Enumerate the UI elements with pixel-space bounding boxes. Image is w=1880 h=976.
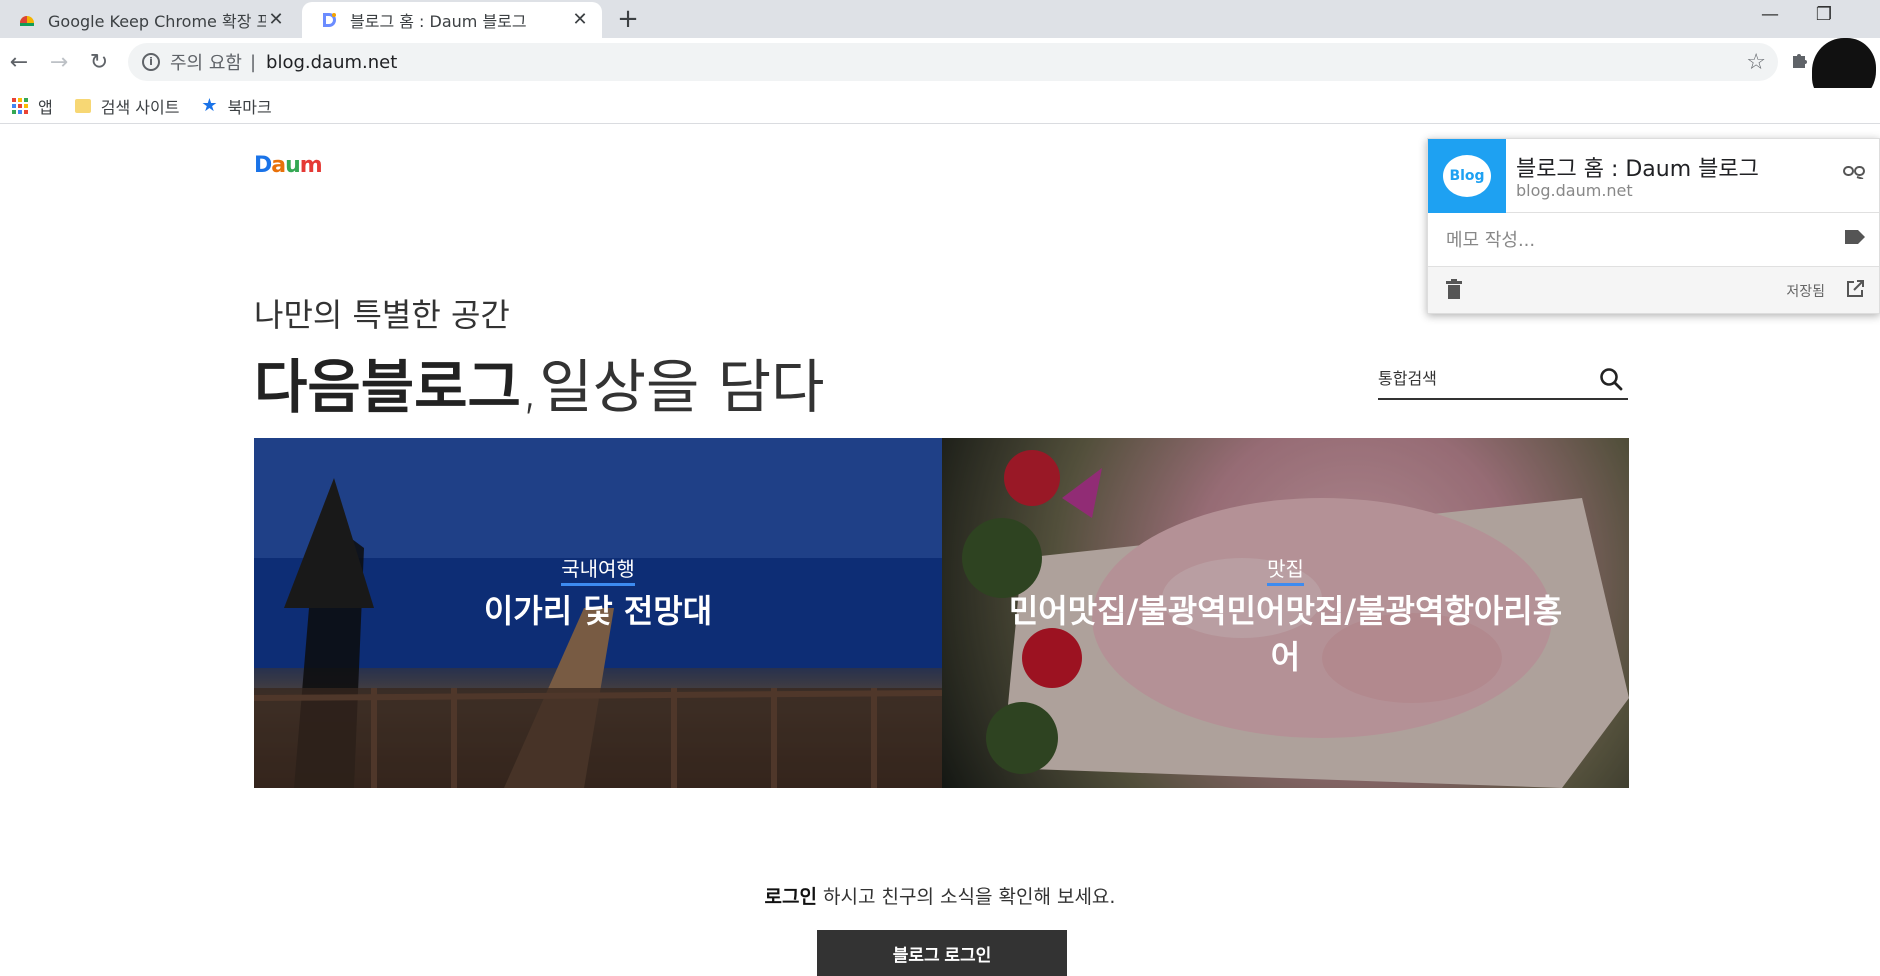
tab-title: Google Keep Chrome 확장 프로 bbox=[48, 12, 266, 31]
restore-button[interactable]: ❐ bbox=[1804, 4, 1844, 32]
integrated-search bbox=[1378, 360, 1628, 400]
url-text[interactable]: blog.daum.net bbox=[266, 52, 397, 73]
bookmark-label: 북마크 bbox=[227, 97, 272, 117]
security-warning[interactable]: 주의 요함 bbox=[170, 49, 242, 75]
headline-light: ,일상을 담다 bbox=[520, 353, 825, 421]
saved-status: 저장됨 bbox=[1786, 284, 1825, 300]
search-icon[interactable] bbox=[1598, 366, 1624, 392]
tab-google-keep[interactable]: Google Keep Chrome 확장 프로 ✕ bbox=[0, 2, 298, 38]
logo-letter: m bbox=[299, 153, 323, 178]
logo-letter: u bbox=[285, 153, 301, 178]
blog-login-button[interactable]: 블로그 로그인 bbox=[817, 930, 1067, 976]
login-prompt-bold[interactable]: 로그인 bbox=[765, 886, 817, 908]
folder-icon bbox=[74, 98, 91, 113]
feature-card-travel[interactable]: 국내여행 이가리 닻 전망대 bbox=[254, 438, 942, 788]
browser-toolbar: ← → ↻ i 주의 요함 | blog.daum.net ☆ bbox=[0, 38, 1880, 104]
bookmark-apps[interactable]: 앱 bbox=[12, 94, 53, 118]
daum-favicon-icon bbox=[320, 11, 338, 29]
tab-strip: Google Keep Chrome 확장 프로 ✕ 블로그 홈 : Daum … bbox=[0, 0, 1880, 38]
keep-popup-footer: 저장됨 bbox=[1428, 267, 1879, 313]
feature-category: 맛집 bbox=[942, 553, 1629, 586]
bookmark-label: 앱 bbox=[38, 97, 53, 117]
tab-title: 블로그 홈 : Daum 블로그 bbox=[350, 12, 527, 31]
tab-daum-blog[interactable]: 블로그 홈 : Daum 블로그 ✕ bbox=[302, 2, 602, 38]
feature-title: 이가리 닻 전망대 bbox=[483, 592, 713, 630]
minimize-button[interactable]: — bbox=[1750, 4, 1790, 32]
open-in-keep-icon[interactable] bbox=[1845, 279, 1865, 299]
feature-title: 민어맛집/불광역민어맛집/불광역항아리홍어 bbox=[1008, 592, 1563, 676]
bookmark-search-sites[interactable]: 검색 사이트 bbox=[74, 94, 180, 118]
logo-letter: a bbox=[271, 153, 286, 178]
keep-page-title: 블로그 홈 : Daum 블로그 bbox=[1516, 157, 1759, 182]
bookmarks-bar: 앱 검색 사이트 ★ 북마크 bbox=[0, 88, 1880, 124]
headline-bold: 다음블로그 bbox=[254, 353, 521, 421]
logo-letter: D bbox=[254, 153, 272, 178]
bookmark-bookmarks[interactable]: ★ 북마크 bbox=[201, 94, 271, 118]
tab-close-icon[interactable]: ✕ bbox=[266, 10, 286, 30]
google-keep-popup: Blog 블로그 홈 : Daum 블로그 blog.daum.net 저장됨 bbox=[1427, 138, 1880, 314]
login-prompt-rest: 하시고 친구의 소식을 확인해 보세요. bbox=[817, 886, 1116, 908]
forward-button[interactable]: → bbox=[44, 48, 74, 78]
label-tag-icon[interactable] bbox=[1845, 229, 1865, 245]
page-headline: 다음블로그,일상을 담다 bbox=[254, 340, 825, 424]
keep-note-area bbox=[1428, 213, 1879, 267]
apps-grid-icon bbox=[12, 97, 28, 114]
reload-button[interactable]: ↻ bbox=[84, 48, 114, 78]
daum-logo[interactable]: Daum bbox=[254, 153, 323, 178]
back-button[interactable]: ← bbox=[4, 48, 34, 78]
tab-close-icon[interactable]: ✕ bbox=[570, 10, 590, 30]
address-bar[interactable]: i 주의 요함 | blog.daum.net ☆ bbox=[128, 43, 1778, 81]
browser-window: Google Keep Chrome 확장 프로 ✕ 블로그 홈 : Daum … bbox=[0, 0, 1880, 976]
trash-icon[interactable] bbox=[1446, 279, 1462, 299]
bookmark-label: 검색 사이트 bbox=[100, 97, 180, 117]
keep-page-url: blog.daum.net bbox=[1516, 181, 1633, 200]
feature-category: 국내여행 bbox=[254, 553, 942, 586]
blog-thumbnail: Blog bbox=[1428, 139, 1506, 213]
note-input[interactable] bbox=[1446, 225, 1826, 255]
unlink-icon[interactable] bbox=[1843, 163, 1865, 179]
extensions-puzzle-icon[interactable] bbox=[1790, 50, 1810, 75]
bookmark-star-icon[interactable]: ☆ bbox=[1746, 50, 1766, 75]
new-tab-button[interactable]: + bbox=[614, 6, 642, 34]
info-icon[interactable]: i bbox=[142, 53, 160, 71]
star-icon: ★ bbox=[201, 95, 218, 116]
address-separator: | bbox=[249, 51, 257, 73]
page-subtitle: 나만의 특별한 공간 bbox=[254, 296, 510, 334]
blog-bubble-icon: Blog bbox=[1443, 155, 1491, 197]
feature-card-food[interactable]: 맛집 민어맛집/불광역민어맛집/불광역항아리홍어 bbox=[942, 438, 1629, 788]
search-input[interactable] bbox=[1378, 360, 1588, 396]
keep-favicon-icon bbox=[18, 11, 36, 29]
login-prompt: 로그인 하시고 친구의 소식을 확인해 보세요. bbox=[0, 882, 1880, 909]
keep-popup-header: Blog 블로그 홈 : Daum 블로그 blog.daum.net bbox=[1428, 139, 1879, 213]
